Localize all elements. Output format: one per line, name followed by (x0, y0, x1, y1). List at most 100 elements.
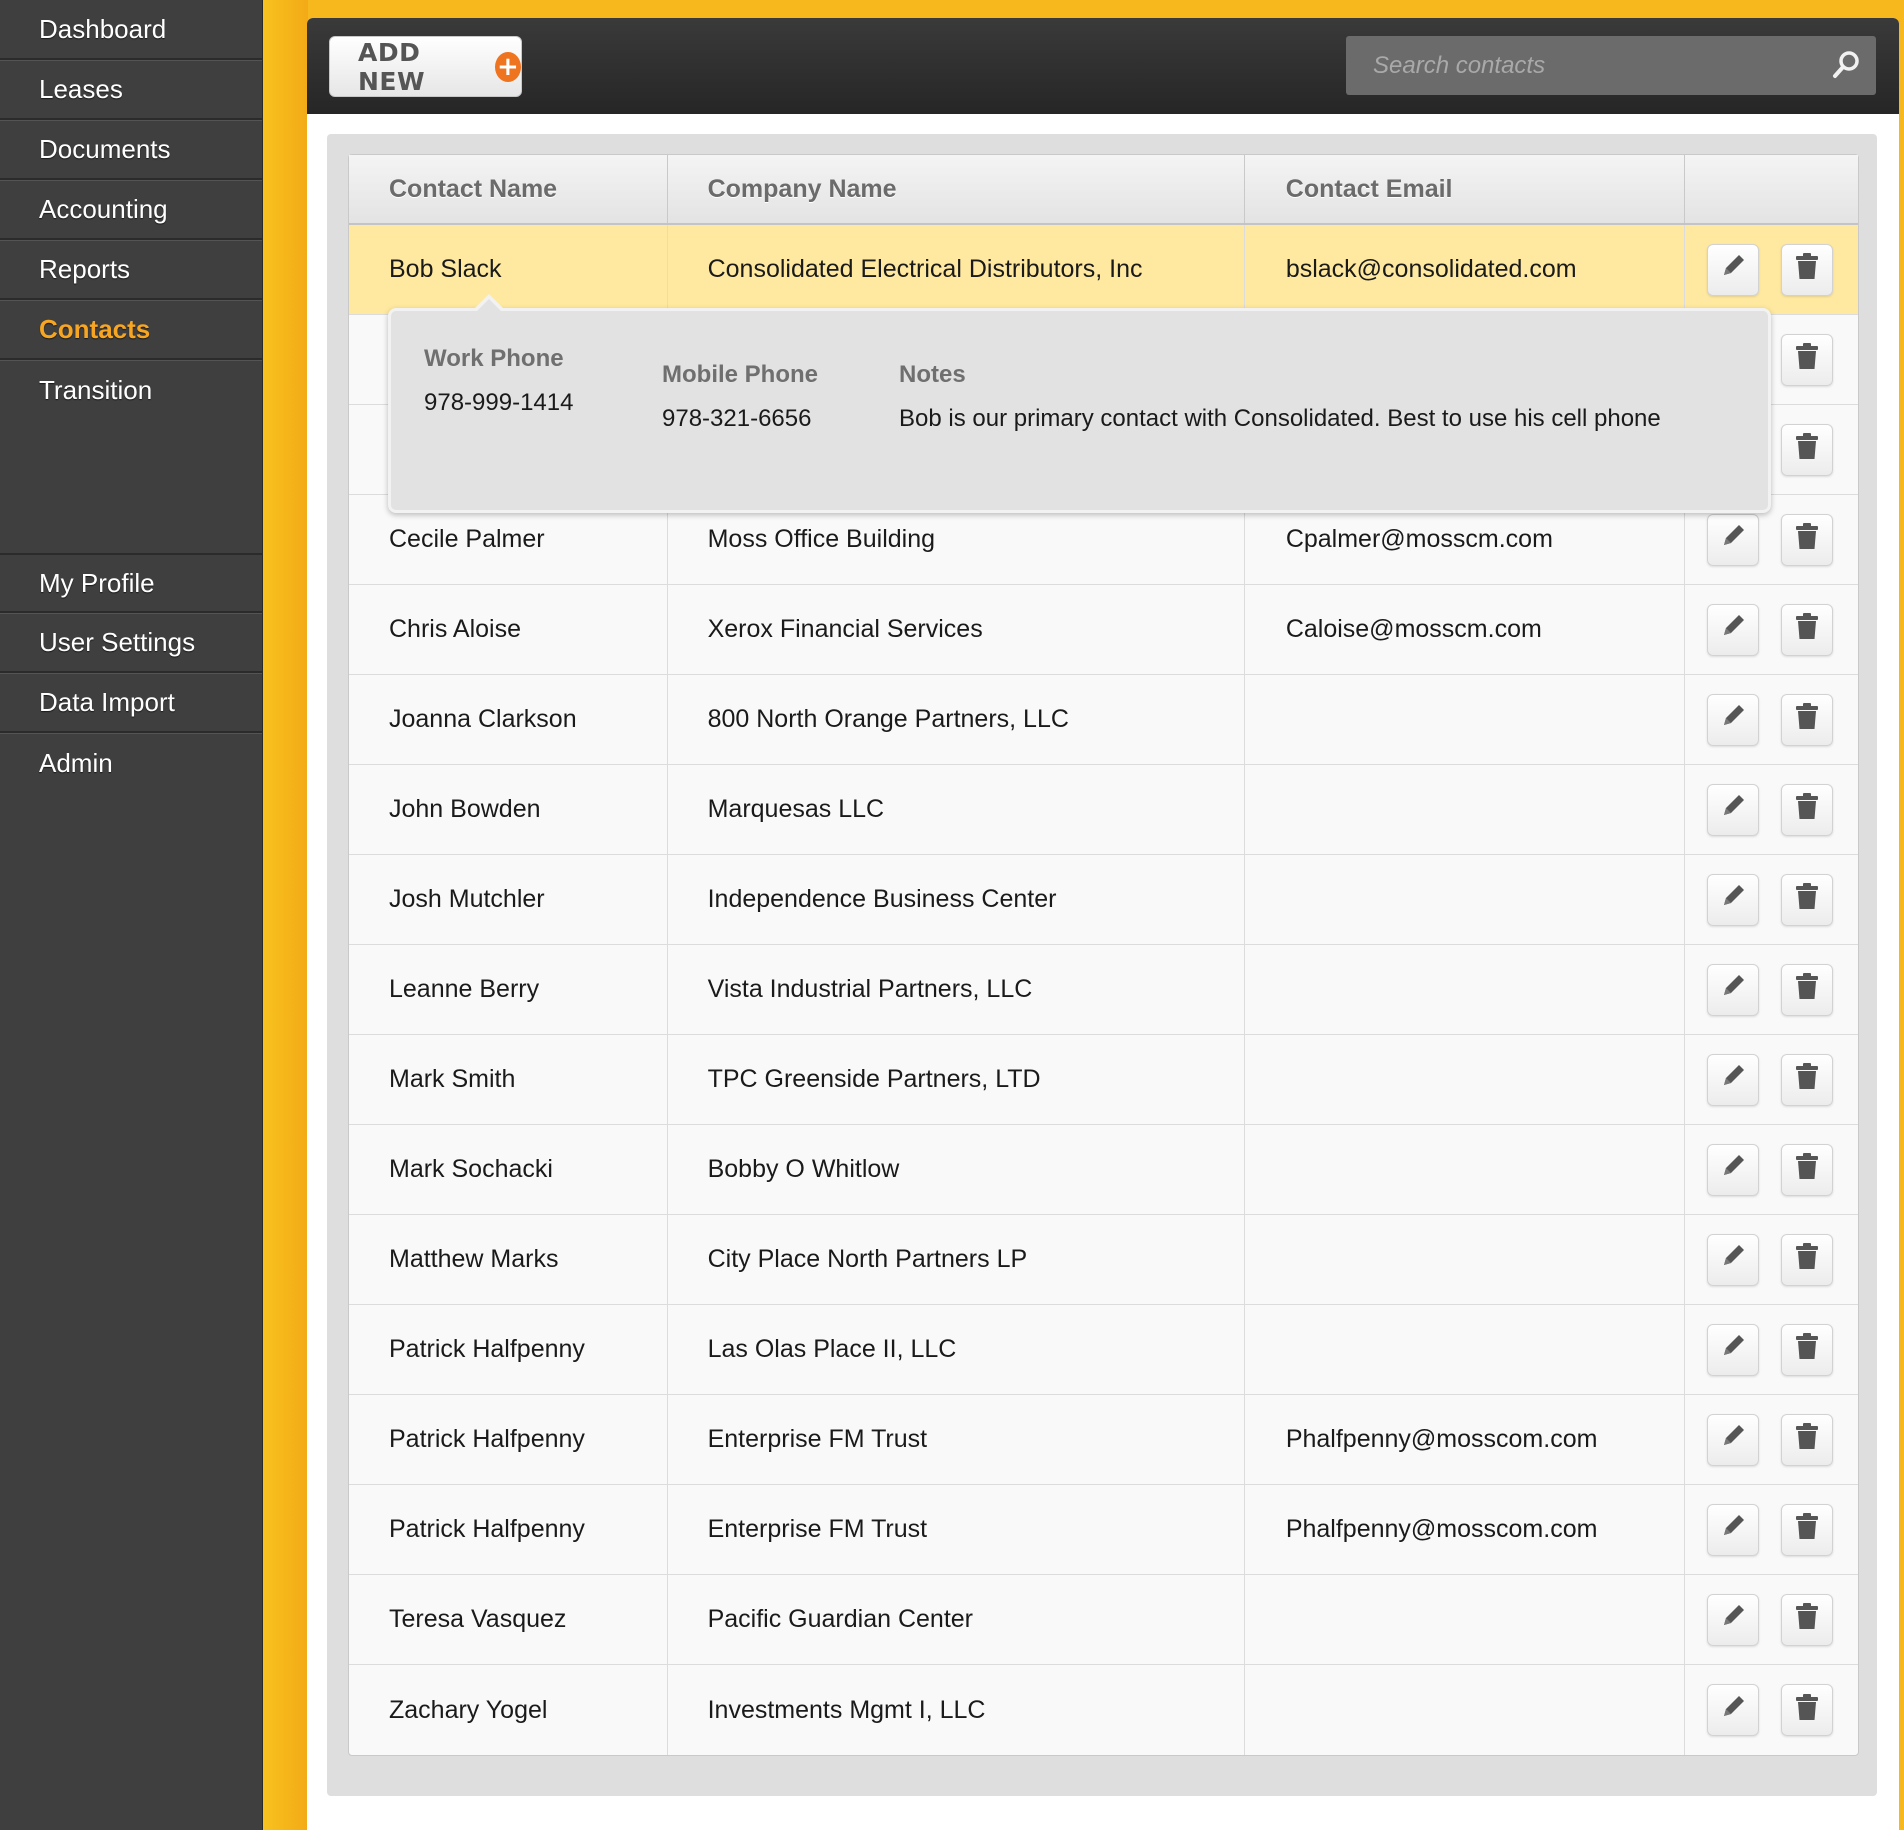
delete-button[interactable] (1781, 1233, 1834, 1286)
table-row[interactable]: Zachary Yogel Investments Mgmt I, LLC (349, 1665, 1858, 1755)
sidebar-item-my-profile[interactable]: My Profile (0, 553, 262, 613)
contact-name-cell: Chris Aloise (349, 585, 668, 674)
edit-button[interactable] (1707, 513, 1760, 566)
sidebar-item-admin[interactable]: Admin (0, 733, 262, 793)
table-row[interactable]: John Bowden Marquesas LLC (349, 765, 1858, 855)
delete-button[interactable] (1781, 603, 1834, 656)
work-phone-label: Work Phone (424, 345, 564, 372)
table-row[interactable]: Patrick Halfpenny Enterprise FM Trust Phal… (349, 1485, 1858, 1575)
add-new-button[interactable]: ADD NEW + (329, 36, 522, 97)
table-row[interactable]: Patrick Halfpenny Las Olas Place II, LLC (349, 1305, 1858, 1395)
delete-button[interactable] (1781, 783, 1834, 836)
edit-button[interactable] (1707, 1684, 1760, 1736)
company-name-cell: Bobby O Whitlow (668, 1125, 1245, 1214)
delete-button[interactable] (1781, 243, 1834, 296)
edit-button[interactable] (1707, 1413, 1760, 1466)
edit-button[interactable] (1707, 1053, 1760, 1106)
table-row[interactable]: Teresa Vasquez Pacific Guardian Center (349, 1575, 1858, 1665)
table-row[interactable]: Chris Aloise Xerox Financial Services Calo… (349, 585, 1858, 675)
pencil-icon (1718, 1511, 1748, 1548)
company-name-cell: TPC Greenside Partners, LTD (668, 1035, 1245, 1124)
pencil-icon (1718, 251, 1748, 288)
contact-name-cell: Patrick Halfpenny (349, 1485, 668, 1574)
actions-cell (1685, 585, 1858, 674)
contact-name-cell: Matthew Marks (349, 1215, 668, 1304)
sidebar-item-reports[interactable]: Reports (0, 240, 262, 300)
contact-email-cell (1245, 1575, 1686, 1664)
table-row[interactable]: Leanne Berry Vista Industrial Partners, L… (349, 945, 1858, 1035)
sidebar-item-documents[interactable]: Documents (0, 120, 262, 180)
table-row[interactable]: Bob Slack Consolidated Electrical Distrib… (349, 225, 1858, 315)
column-header-contact-email[interactable]: Contact Email (1245, 155, 1686, 223)
edit-button[interactable] (1707, 783, 1760, 836)
pencil-icon (1718, 1692, 1748, 1729)
trash-icon (1792, 1061, 1822, 1098)
delete-button[interactable] (1781, 1143, 1834, 1196)
sidebar-item-leases[interactable]: Leases (0, 60, 262, 120)
delete-button[interactable] (1781, 693, 1834, 746)
edit-button[interactable] (1707, 693, 1760, 746)
sidebar-item-transition[interactable]: Transition (0, 360, 262, 420)
edit-button[interactable] (1707, 963, 1760, 1016)
edit-button[interactable] (1707, 603, 1760, 656)
trash-icon (1792, 521, 1822, 558)
search-input[interactable] (1346, 36, 1876, 95)
delete-button[interactable] (1781, 1593, 1834, 1646)
column-header-contact-name[interactable]: Contact Name (349, 155, 668, 223)
edit-button[interactable] (1707, 1233, 1760, 1286)
contact-details-popover: Work Phone 978-999-1414 Mobile Phone 978… (388, 294, 1771, 513)
delete-button[interactable] (1781, 513, 1834, 566)
pencil-icon (1718, 701, 1748, 738)
sidebar-item-data-import[interactable]: Data Import (0, 673, 262, 733)
pencil-icon (1718, 881, 1748, 918)
contacts-table: Contact Name Company Name Contact Email … (348, 154, 1859, 1756)
delete-button[interactable] (1781, 1053, 1834, 1106)
delete-button[interactable] (1781, 1323, 1834, 1376)
contact-name-cell: Patrick Halfpenny (349, 1395, 668, 1484)
delete-button[interactable] (1781, 1503, 1834, 1556)
actions-cell (1685, 1575, 1858, 1664)
contact-email-cell (1245, 1305, 1686, 1394)
edit-button[interactable] (1707, 1503, 1760, 1556)
edit-button[interactable] (1707, 243, 1760, 296)
edit-button[interactable] (1707, 1593, 1760, 1646)
notes-value: Bob is our primary contact with Consolid… (899, 405, 1661, 432)
delete-button[interactable] (1781, 333, 1834, 386)
sidebar-item-contacts[interactable]: Contacts (0, 300, 262, 360)
table-row[interactable]: Patrick Halfpenny Enterprise FM Trust Phal… (349, 1395, 1858, 1485)
sidebar-nav: Dashboard Leases Documents Accounting Re… (0, 0, 263, 1830)
company-name-cell: Independence Business Center (668, 855, 1245, 944)
delete-button[interactable] (1781, 1413, 1834, 1466)
actions-cell (1685, 1395, 1858, 1484)
delete-button[interactable] (1781, 423, 1834, 476)
sidebar-item-dashboard[interactable]: Dashboard (0, 0, 262, 60)
trash-icon (1792, 1331, 1822, 1368)
edit-button[interactable] (1707, 1143, 1760, 1196)
pencil-icon (1718, 521, 1748, 558)
notes-group: Notes Bob is our primary contact with Co… (899, 361, 1739, 435)
trash-icon (1792, 341, 1822, 378)
table-row[interactable]: Josh Mutchler Independence Business Cente… (349, 855, 1858, 945)
company-name-cell: Vista Industrial Partners, LLC (668, 945, 1245, 1034)
contact-email-cell: Caloise@mosscm.com (1245, 585, 1686, 674)
sidebar-item-user-settings[interactable]: User Settings (0, 613, 262, 673)
edit-button[interactable] (1707, 873, 1760, 926)
contact-name-cell: Teresa Vasquez (349, 1575, 668, 1664)
actions-cell (1685, 1305, 1858, 1394)
column-header-company-name[interactable]: Company Name (668, 155, 1245, 223)
pencil-icon (1718, 1331, 1748, 1368)
contact-email-cell: Phalfpenny@mosscom.com (1245, 1395, 1686, 1484)
contact-name-cell: Bob Slack (349, 225, 668, 314)
delete-button[interactable] (1781, 963, 1834, 1016)
table-row[interactable]: Matthew Marks City Place North Partners L… (349, 1215, 1858, 1305)
delete-button[interactable] (1781, 1684, 1834, 1736)
table-row[interactable]: Mark Smith TPC Greenside Partners, LTD (349, 1035, 1858, 1125)
sidebar-item-accounting[interactable]: Accounting (0, 180, 262, 240)
actions-cell (1685, 225, 1858, 314)
table-row[interactable]: Mark Sochacki Bobby O Whitlow (349, 1125, 1858, 1215)
delete-button[interactable] (1781, 873, 1834, 926)
table-row[interactable]: Joanna Clarkson 800 North Orange Partners… (349, 675, 1858, 765)
magnifier-icon[interactable] (1830, 49, 1862, 86)
edit-button[interactable] (1707, 1323, 1760, 1376)
trash-icon (1792, 1421, 1822, 1458)
